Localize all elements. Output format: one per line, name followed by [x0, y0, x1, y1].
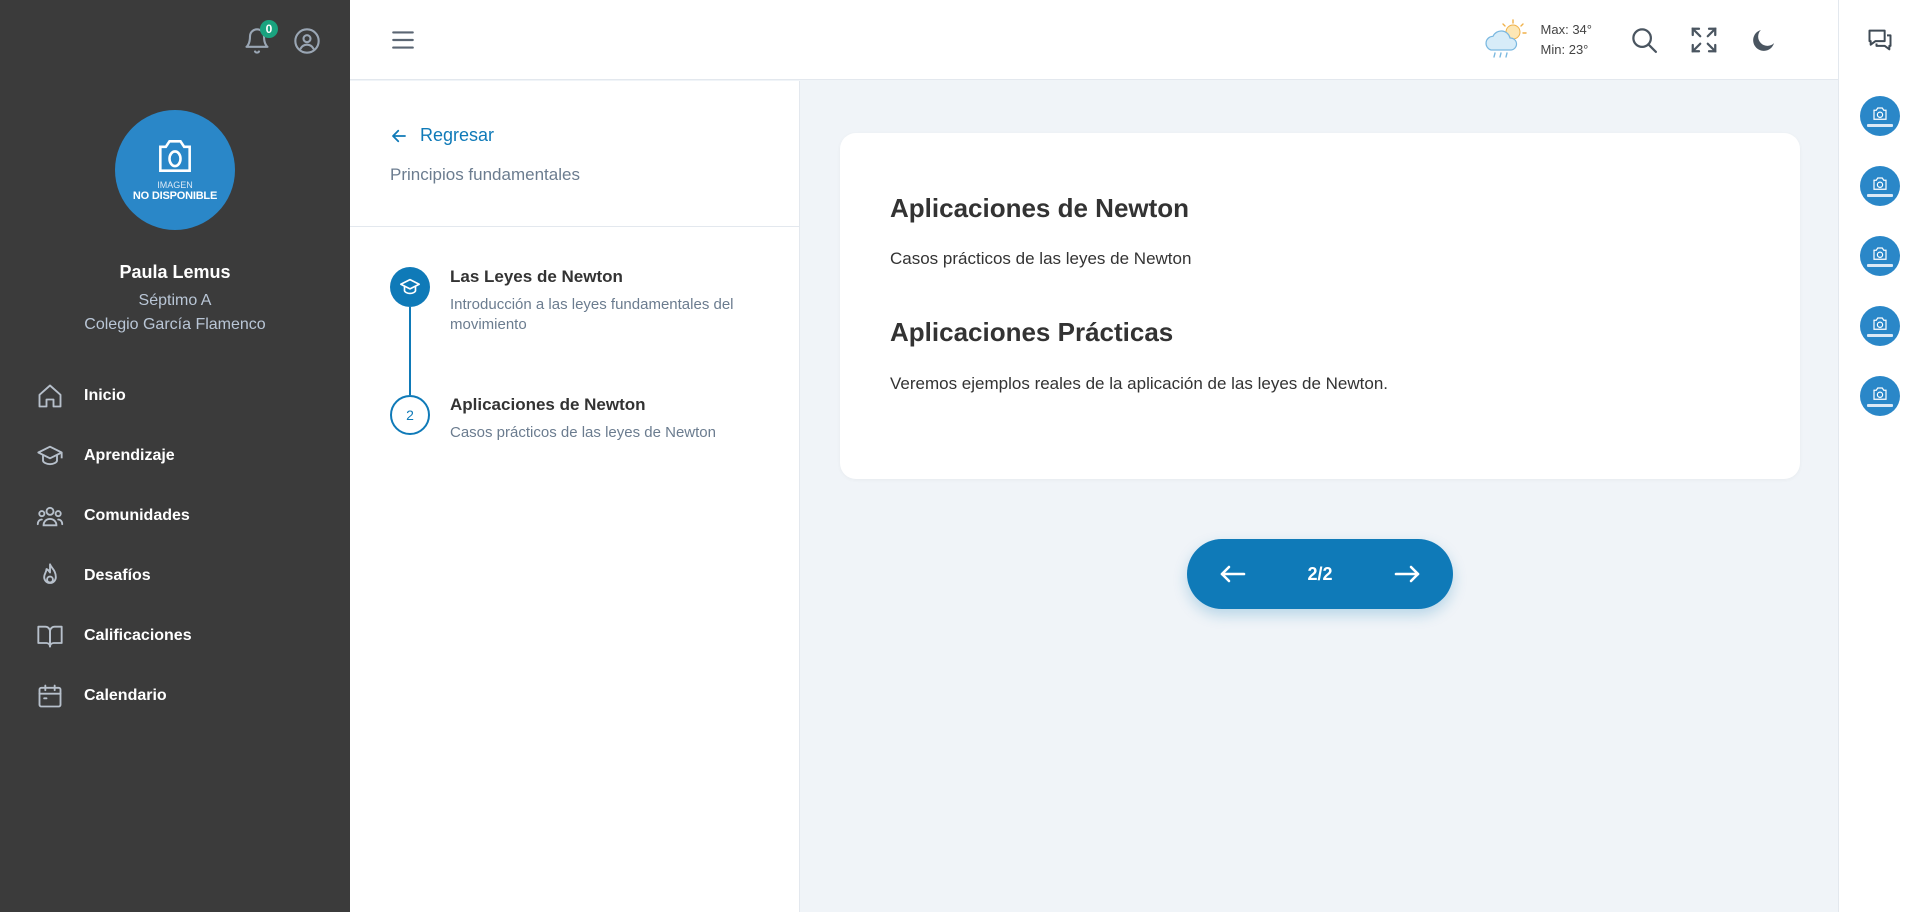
sidebar-item-label: Comunidades	[84, 507, 190, 524]
menu-toggle-button[interactable]	[390, 27, 416, 53]
profile-button[interactable]	[292, 26, 322, 56]
user-name: Paula Lemus	[119, 262, 231, 282]
sidebar-item-label: Inicio	[84, 387, 126, 404]
contact-avatar[interactable]	[1860, 96, 1900, 136]
sidebar-item-desafios[interactable]: Desafíos	[36, 546, 192, 606]
weather-max: Max: 34°	[1540, 22, 1592, 37]
step-marker-done	[390, 267, 430, 307]
notification-count-badge: 0	[260, 20, 278, 38]
section-text: Veremos ejemplos reales de la aplicación…	[890, 374, 1388, 393]
weather-temps: Max: 34° Min: 23°	[1541, 20, 1592, 60]
chat-bubbles-icon	[1868, 29, 1891, 51]
user-grade: Séptimo A	[138, 292, 212, 309]
weather-min: Min: 23°	[1540, 42, 1589, 57]
book-open-icon	[37, 625, 63, 648]
user-school: Colegio García Flamenco	[84, 316, 266, 333]
camera-icon	[1873, 107, 1887, 120]
graduation-cap-icon	[37, 445, 63, 466]
home-icon	[38, 384, 62, 408]
lesson-content-card: Aplicaciones de Newton Casos prácticos d…	[840, 133, 1800, 479]
arrow-left-icon	[392, 129, 406, 142]
sidebar-item-aprendizaje[interactable]: Aprendizaje	[36, 426, 192, 486]
contact-avatar[interactable]	[1860, 306, 1900, 346]
sidebar-item-label: Calificaciones	[84, 627, 192, 644]
contacts-rail	[1838, 80, 1920, 912]
graduation-cap-icon	[400, 278, 420, 295]
sidebar-nav: Inicio Aprendizaje Comunidades Desafíos …	[36, 366, 192, 726]
course-title: Principios fundamentales	[390, 165, 580, 184]
hamburger-icon	[392, 31, 414, 49]
sidebar-top-actions: 0	[242, 20, 322, 56]
user-circle-icon	[294, 28, 320, 54]
arrow-right-icon	[1394, 565, 1420, 583]
avatar: IMAGEN NO DISPONIBLE	[115, 110, 235, 230]
step-description: Introducción a las leyes fundamentales d…	[450, 296, 734, 333]
calendar-icon	[38, 684, 62, 708]
search-icon	[1632, 28, 1657, 53]
camera-icon	[1873, 177, 1887, 190]
top-header: Max: 34° Min: 23°	[350, 0, 1838, 80]
step-title: Aplicaciones de Newton	[450, 395, 646, 414]
sidebar-item-label: Desafíos	[84, 567, 151, 584]
back-link[interactable]: Regresar	[390, 125, 494, 146]
search-button[interactable]	[1629, 25, 1659, 55]
sidebar-item-calendario[interactable]: Calendario	[36, 666, 192, 726]
users-icon	[36, 506, 64, 527]
fullscreen-button[interactable]	[1689, 25, 1719, 55]
camera-icon	[1873, 247, 1887, 260]
page-counter: 2/2	[1307, 564, 1332, 585]
sidebar-item-calificaciones[interactable]: Calificaciones	[36, 606, 192, 666]
moon-icon	[1753, 30, 1774, 51]
lesson-pager: 2/2	[1187, 539, 1453, 609]
sidebar-item-label: Aprendizaje	[84, 447, 175, 464]
camera-icon	[1873, 317, 1887, 330]
page-current: 2	[1307, 563, 1318, 584]
contact-avatar[interactable]	[1860, 166, 1900, 206]
expand-icon	[1691, 27, 1717, 53]
sidebar-item-comunidades[interactable]: Comunidades	[36, 486, 192, 546]
cloud-sun-rain-icon	[1485, 19, 1527, 58]
section-title: Aplicaciones Prácticas	[890, 317, 1174, 347]
flame-icon	[43, 563, 57, 584]
avatar-placeholder-line2: NO DISPONIBLE	[132, 190, 218, 202]
step-marker-current: 2	[390, 395, 430, 435]
sidebar-item-label: Calendario	[84, 687, 167, 704]
sidebar: 0 IMAGEN NO DISPONIBLE Paula Lemus Sépti…	[0, 0, 350, 912]
divider	[350, 226, 800, 227]
header-actions: Max: 34° Min: 23°	[1481, 16, 1794, 64]
back-label: Regresar	[420, 125, 495, 145]
next-page-button[interactable]	[1391, 558, 1423, 590]
camera-icon	[1873, 387, 1887, 400]
previous-page-button[interactable]	[1217, 558, 1249, 590]
content-subtitle: Casos prácticos de las leyes de Newton	[890, 249, 1192, 268]
contact-avatar[interactable]	[1860, 236, 1900, 276]
step-title: Las Leyes de Newton	[450, 267, 623, 286]
step-description: Casos prácticos de las leyes de Newton	[450, 424, 716, 441]
arrow-left-icon	[1220, 565, 1246, 583]
dark-mode-toggle[interactable]	[1749, 25, 1779, 55]
contact-avatar[interactable]	[1860, 376, 1900, 416]
weather-widget: Max: 34° Min: 23°	[1481, 18, 1592, 62]
sidebar-item-inicio[interactable]: Inicio	[36, 366, 192, 426]
lesson-outline-panel: Regresar Principios fundamentales Las Le…	[350, 81, 800, 912]
page-total: 2	[1322, 563, 1333, 584]
content-title: Aplicaciones de Newton	[890, 193, 1190, 223]
notifications-button[interactable]: 0	[242, 20, 278, 56]
chat-button[interactable]	[1838, 0, 1920, 80]
step-connector	[409, 307, 411, 395]
camera-icon	[159, 140, 191, 172]
avatar-placeholder-line1: IMAGEN	[157, 180, 193, 190]
